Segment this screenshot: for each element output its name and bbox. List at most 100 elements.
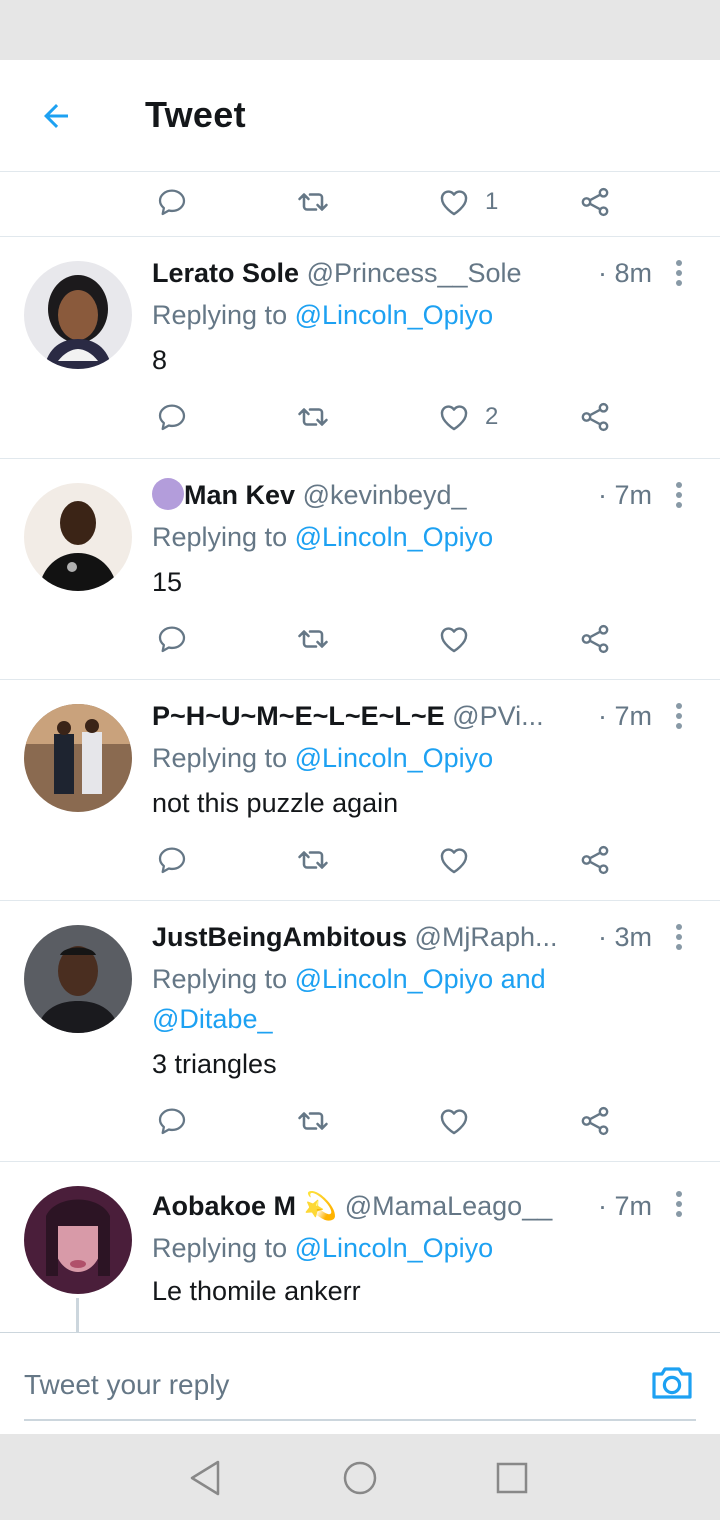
like-button[interactable]: 2 (437, 387, 498, 447)
retweet-icon (298, 408, 328, 426)
nav-home-icon (343, 1461, 377, 1495)
like-button[interactable] (437, 830, 471, 890)
retweet-button[interactable] (295, 609, 331, 669)
retweet-icon (298, 851, 328, 869)
nav-recents-button[interactable] (490, 1456, 534, 1500)
tweet-header: JustBeingAmbitous @MjRaph... · 3m (152, 920, 652, 954)
nav-recents-icon (496, 1462, 528, 1494)
replying-prefix: Replying to (152, 300, 288, 330)
retweet-button[interactable] (295, 830, 331, 890)
avatar[interactable] (24, 925, 132, 1033)
display-name[interactable]: Aobakoe M (152, 1191, 296, 1221)
tweet-text: 15 (152, 567, 183, 597)
replying-prefix: Replying to (152, 522, 288, 552)
more-options-button[interactable] (664, 696, 694, 736)
camera-button[interactable] (648, 1359, 696, 1407)
more-icon (676, 260, 682, 286)
reply-tweet[interactable]: JustBeingAmbitous @MjRaph... · 3m Replyi… (0, 900, 720, 1161)
nav-home-button[interactable] (338, 1456, 382, 1500)
retweet-button[interactable] (295, 387, 331, 447)
reply-tweet[interactable]: Man Kev @kevinbeyd_ · 7m Replying to @Li… (0, 458, 720, 679)
nav-back-button[interactable] (184, 1456, 228, 1500)
display-name[interactable]: Man Kev (184, 480, 295, 510)
more-options-button[interactable] (664, 253, 694, 293)
mention-link[interactable]: @Lincoln_Opiyo and (295, 964, 546, 994)
like-count: 2 (485, 403, 499, 430)
display-name[interactable]: P~H~U~M~E~L~E~L~E (152, 701, 445, 731)
replying-to: Replying to @Lincoln_Opiyo (152, 1228, 692, 1268)
tweet-text: 8 (152, 345, 168, 375)
tweet-actions: 2 (0, 387, 720, 447)
display-name[interactable]: JustBeingAmbitous (152, 922, 407, 952)
like-icon (440, 627, 468, 653)
avatar[interactable] (24, 483, 132, 591)
retweet-icon (298, 1112, 328, 1130)
timestamp: · 3m (592, 920, 652, 954)
like-button[interactable]: 1 (437, 172, 498, 232)
back-arrow-icon (44, 104, 68, 128)
user-handle[interactable]: @MamaLeago__ (345, 1191, 553, 1221)
user-handle[interactable]: @PVi... (452, 701, 543, 731)
like-icon (440, 190, 468, 216)
camera-icon (652, 1367, 692, 1399)
avatar[interactable] (24, 704, 132, 812)
mention-link[interactable]: @Lincoln_Opiyo (295, 300, 494, 330)
purple-circle-icon (152, 478, 184, 510)
share-icon (581, 624, 609, 654)
reply-icon (158, 626, 186, 653)
user-handle[interactable]: @MjRaph... (415, 922, 558, 952)
more-options-button[interactable] (664, 1184, 694, 1224)
reply-button[interactable] (156, 172, 188, 232)
retweet-button[interactable] (295, 1091, 331, 1151)
user-handle[interactable]: @kevinbeyd_ (303, 480, 467, 510)
reply-tweet[interactable]: Aobakoe M 💫 @MamaLeago__ · 7m Replying t… (0, 1161, 720, 1332)
page-title: Tweet (145, 94, 246, 135)
back-button[interactable] (30, 88, 82, 144)
reply-button[interactable] (156, 1091, 188, 1151)
reply-tweet[interactable]: P~H~U~M~E~L~E~L~E @PVi... · 7m Replying … (0, 679, 720, 900)
more-options-button[interactable] (664, 917, 694, 957)
share-button[interactable] (578, 830, 612, 890)
mention-link[interactable]: @Lincoln_Opiyo (295, 743, 494, 773)
share-button[interactable] (578, 609, 612, 669)
replying-to: Replying to @Lincoln_Opiyo (152, 517, 692, 557)
replying-to: Replying to @Lincoln_Opiyo and @Ditabe_ (152, 959, 692, 1039)
tweet-header: P~H~U~M~E~L~E~L~E @PVi... · 7m (152, 699, 652, 733)
like-button[interactable] (437, 609, 471, 669)
tweet-header: Aobakoe M 💫 @MamaLeago__ · 7m (152, 1189, 652, 1223)
replying-prefix: Replying to (152, 1233, 288, 1263)
avatar[interactable] (24, 261, 132, 369)
mention-link[interactable]: @Lincoln_Opiyo (295, 1233, 494, 1263)
reply-button[interactable] (156, 609, 188, 669)
reply-button[interactable] (156, 387, 188, 447)
like-icon (440, 848, 468, 874)
display-name[interactable]: Lerato Sole (152, 258, 299, 288)
share-button[interactable] (578, 387, 612, 447)
tweet-header: Lerato Sole @Princess__Sole · 8m (152, 256, 652, 290)
replying-to: Replying to @Lincoln_Opiyo (152, 295, 692, 335)
like-button[interactable] (437, 1091, 471, 1151)
tweet-text: Le thomile ankerr (152, 1276, 361, 1306)
share-button[interactable] (578, 1091, 612, 1151)
tweet-actions (0, 830, 720, 890)
reply-button[interactable] (156, 830, 188, 890)
avatar[interactable] (24, 1186, 132, 1294)
retweet-button[interactable] (295, 172, 331, 232)
share-icon (581, 1106, 609, 1136)
timestamp: · 8m (592, 256, 652, 290)
more-options-button[interactable] (664, 475, 694, 515)
mention-link[interactable]: @Ditabe_ (152, 1004, 272, 1034)
reply-input[interactable] (24, 1357, 624, 1413)
reply-icon (158, 404, 186, 431)
reply-tweet[interactable]: Lerato Sole @Princess__Sole · 8m Replyin… (0, 236, 720, 458)
share-button[interactable] (578, 172, 612, 232)
tweet-text: 3 triangles (152, 1049, 277, 1079)
more-icon (676, 1191, 682, 1217)
replies-feed[interactable]: 1 Lerato Sole @Princess__Sole · 8m Reply… (0, 172, 720, 1332)
mention-link[interactable]: @Lincoln_Opiyo (295, 522, 494, 552)
user-handle[interactable]: @Princess__Sole (307, 258, 522, 288)
share-icon (581, 845, 609, 875)
reply-icon (158, 847, 186, 874)
share-icon (581, 402, 609, 432)
tweet-actions (0, 609, 720, 669)
